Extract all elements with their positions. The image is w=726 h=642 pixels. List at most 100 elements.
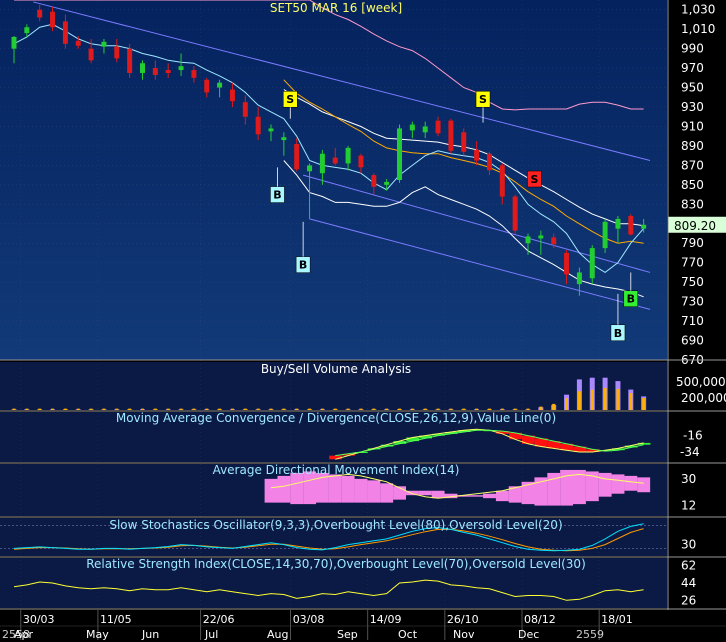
volume-bar-buy <box>269 408 273 410</box>
signal-label: S <box>479 93 487 106</box>
candle-body <box>152 68 158 75</box>
candle-body <box>114 46 120 59</box>
candle-body <box>397 128 402 180</box>
macd-title: Moving Average Convergence / Divergence(… <box>116 411 556 425</box>
y-tick-label: 910 <box>681 119 704 133</box>
candle-body <box>564 252 570 275</box>
volume-bar-buy <box>38 408 42 410</box>
candle-body <box>422 126 428 133</box>
volume-bar-buy <box>513 408 517 410</box>
y-tick-label: 850 <box>681 178 704 192</box>
volume-bar-buy <box>63 408 67 410</box>
y-tick-label: 710 <box>681 314 704 328</box>
candle-body <box>204 79 210 93</box>
volume-bar-buy <box>359 408 363 410</box>
signal-label: B <box>614 327 622 340</box>
candle-body <box>474 149 480 161</box>
adx-fill-bar <box>341 475 355 503</box>
y-tick-label: 1,030 <box>681 3 715 17</box>
volume-bar-buy <box>475 408 479 410</box>
volume-bar-buy <box>333 408 337 410</box>
candle-body <box>140 63 145 73</box>
candle-body <box>332 157 338 164</box>
y-tick-label: 930 <box>681 100 704 114</box>
candle-body <box>602 221 608 249</box>
adx-fill-bar <box>470 495 484 497</box>
candle-body <box>127 48 133 73</box>
volume-bar-buy <box>410 408 414 410</box>
candle-body <box>319 153 325 174</box>
adx-fill-bar <box>367 480 381 503</box>
y-tick-label: 750 <box>681 275 704 289</box>
x-date-label: 14/09 <box>370 613 402 626</box>
volume-bar-buy <box>616 388 620 410</box>
candle-body <box>37 9 43 18</box>
macd-tick: -34 <box>680 445 700 459</box>
y-tick-label: 990 <box>681 42 704 56</box>
volume-title: Buy/Sell Volume Analysis <box>261 362 411 376</box>
y-tick-label: 770 <box>681 256 704 270</box>
candle-body <box>576 272 582 285</box>
adx-fill-bar <box>611 474 625 494</box>
candle-body <box>242 102 248 117</box>
y-tick-label: 950 <box>681 81 704 95</box>
volume-bar-buy <box>385 408 389 410</box>
candle-body <box>255 116 261 135</box>
technical-chart: S S S B B B B 1,030 1,010 990 970 950 930 910 890 870 8… <box>0 0 726 642</box>
volume-bar-buy <box>256 408 260 410</box>
candle-body <box>486 153 492 171</box>
volume-bar-buy <box>462 408 466 410</box>
volume-bar-buy <box>436 408 440 410</box>
rsi-title: Relative Strength Index(CLOSE,14,30,70),… <box>86 557 586 571</box>
volume-bar-buy <box>423 408 427 410</box>
candle-body <box>551 237 557 245</box>
x-date-label: 30/03 <box>23 613 55 626</box>
adx-fill-bar <box>624 475 638 491</box>
volume-bar-buy <box>642 398 646 410</box>
candle-body <box>512 196 518 231</box>
x-month-label: Jun <box>141 628 159 641</box>
x-month-label: 2559 <box>576 628 604 641</box>
volume-bar-buy <box>89 408 93 410</box>
volume-bar-buy <box>115 408 119 410</box>
x-month-label: Jul <box>204 628 218 641</box>
volume-bar-buy <box>25 408 29 410</box>
volume-tick: 200,000 <box>681 391 726 405</box>
x-month-label: Aug <box>267 628 288 641</box>
volume-bar-buy <box>372 408 376 410</box>
adx-fill-bar <box>418 490 432 496</box>
adx-fill-bar <box>495 490 509 502</box>
volume-bar-buy <box>449 408 453 410</box>
candle-body <box>75 40 81 46</box>
x-date-label: 03/08 <box>293 613 325 626</box>
candle-body <box>525 236 531 244</box>
volume-bar-buy <box>295 408 299 410</box>
volume-bar-buy <box>500 408 504 410</box>
candle-body <box>11 36 17 49</box>
rsi-tick: 44 <box>681 576 696 590</box>
main-panel-bg <box>0 0 667 360</box>
volume-bar-buy <box>179 408 183 410</box>
candle-body <box>435 120 441 134</box>
x-date-label: 11/05 <box>100 613 132 626</box>
adx-tick: 30 <box>681 472 696 486</box>
volume-bar-buy <box>539 406 543 410</box>
candle-body <box>62 21 68 44</box>
candle-body <box>24 27 30 34</box>
candle-body <box>268 128 274 132</box>
candle-body <box>229 89 235 102</box>
x-month-label: Sep <box>337 628 358 641</box>
candle-body <box>294 144 300 170</box>
candle-body <box>178 66 184 71</box>
x-month-label: May <box>86 628 109 641</box>
adx-fill-bar <box>380 483 394 503</box>
volume-bar-buy <box>346 408 350 410</box>
adx-fill-bar <box>328 474 342 503</box>
volume-bar-buy <box>218 408 222 410</box>
volume-tick: 500,000 <box>676 375 726 389</box>
y-tick-label: 1,010 <box>681 22 715 36</box>
macd-tick: -16 <box>683 429 703 443</box>
volume-bar-buy <box>590 389 594 410</box>
stoch-tick: 30 <box>681 538 696 552</box>
volume-bar-buy <box>552 403 556 410</box>
